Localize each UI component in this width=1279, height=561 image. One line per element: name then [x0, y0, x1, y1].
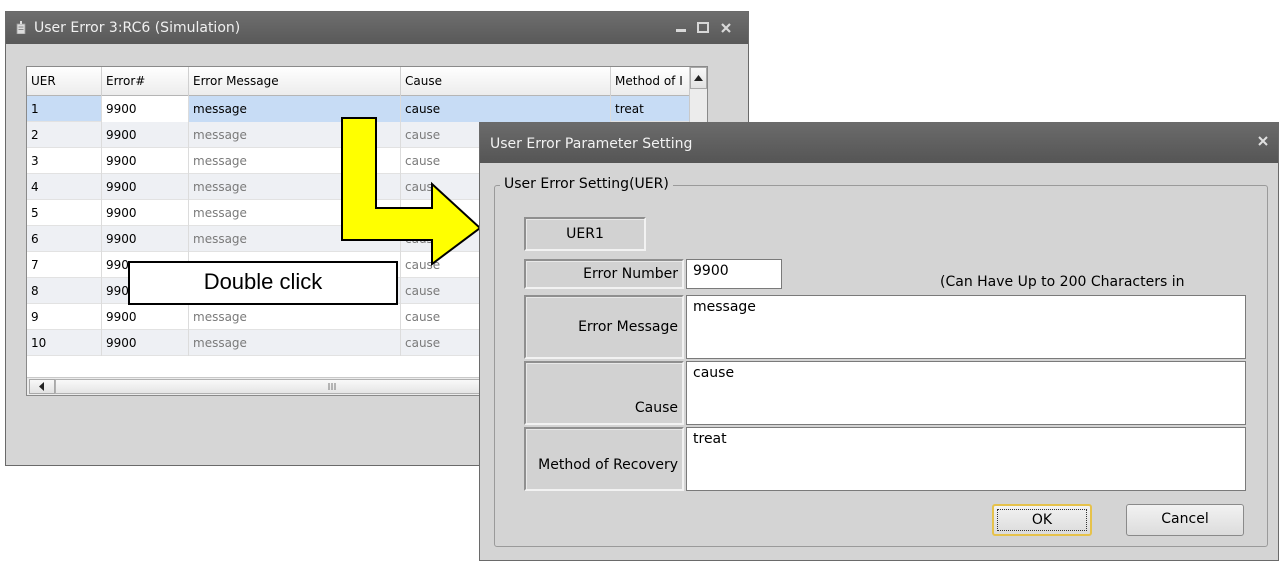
cell-uer: 4: [27, 174, 102, 200]
cause-label: Cause: [524, 361, 684, 425]
cell-error-number: 9900: [102, 330, 189, 356]
close-icon[interactable]: [717, 19, 735, 37]
triangle-left-icon: [39, 382, 44, 391]
cell-method: treat: [611, 96, 693, 122]
window-titlebar[interactable]: User Error 3:RC6 (Simulation): [6, 12, 748, 44]
grip-icon: [328, 383, 336, 390]
cell-error-number: 9900: [102, 148, 189, 174]
cell-uer: 9: [27, 304, 102, 330]
uer-number-label: UER1: [524, 217, 646, 251]
group-title: User Error Setting(UER): [500, 176, 673, 192]
maximize-icon[interactable]: [694, 19, 712, 37]
cell-error-message: message: [189, 304, 401, 330]
method-of-recovery-label: Method of Recovery: [524, 427, 684, 491]
column-header-cause[interactable]: Cause: [401, 67, 611, 96]
column-header-error-number[interactable]: Error#: [102, 67, 189, 96]
cell-error-number: 9900: [102, 304, 189, 330]
error-message-label: Error Message: [524, 295, 684, 359]
cell-uer: 3: [27, 148, 102, 174]
cell-error-number: 9900: [102, 226, 189, 252]
cell-uer: 2: [27, 122, 102, 148]
yellow-arrow-icon: [341, 117, 482, 266]
column-header-uer[interactable]: UER: [27, 67, 102, 96]
triangle-up-icon: [694, 75, 703, 81]
cause-field[interactable]: cause: [686, 361, 1246, 425]
cell-uer: 6: [27, 226, 102, 252]
cell-uer: 5: [27, 200, 102, 226]
double-click-callout: Double click: [128, 261, 398, 305]
scroll-up-button[interactable]: [690, 67, 707, 89]
user-error-parameter-dialog: User Error Parameter Setting User Error …: [479, 122, 1279, 561]
cell-uer: 10: [27, 330, 102, 356]
dialog-titlebar[interactable]: User Error Parameter Setting: [480, 123, 1278, 163]
cell-error-number: 9900: [102, 96, 189, 122]
cancel-button[interactable]: Cancel: [1126, 504, 1244, 536]
character-limit-hint: (Can Have Up to 200 Characters in: [940, 274, 1185, 290]
cell-error-number: 9900: [102, 122, 189, 148]
scroll-left-button[interactable]: [29, 379, 55, 394]
document-icon: [16, 21, 26, 34]
column-header-method[interactable]: Method of I: [611, 67, 693, 96]
error-number-field[interactable]: 9900: [686, 259, 782, 289]
error-message-field[interactable]: message: [686, 295, 1246, 359]
dialog-title: User Error Parameter Setting: [490, 136, 693, 152]
close-icon[interactable]: [1254, 132, 1272, 150]
cell-error-number: 9900: [102, 174, 189, 200]
cell-uer: 1: [27, 96, 102, 122]
minimize-icon[interactable]: [672, 19, 690, 37]
method-of-recovery-field[interactable]: treat: [686, 427, 1246, 491]
grid-header: UER Error# Error Message Cause Method of…: [27, 67, 707, 96]
ok-button[interactable]: OK: [992, 504, 1092, 536]
column-header-error-message[interactable]: Error Message: [189, 67, 401, 96]
focus-rectangle: [997, 509, 1087, 531]
cell-error-message: message: [189, 330, 401, 356]
cell-uer: 8: [27, 278, 102, 304]
cell-error-number: 9900: [102, 200, 189, 226]
window-title: User Error 3:RC6 (Simulation): [34, 20, 241, 36]
error-number-label: Error Number: [524, 259, 684, 289]
cell-uer: 7: [27, 252, 102, 278]
